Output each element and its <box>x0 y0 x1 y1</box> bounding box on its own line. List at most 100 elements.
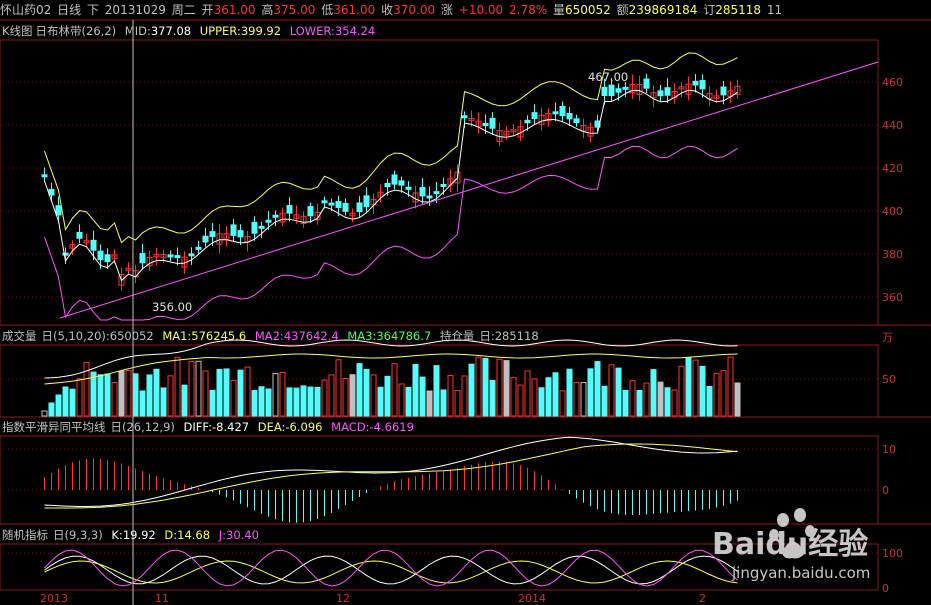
volume-bar <box>167 375 174 417</box>
volume-bar <box>398 383 405 417</box>
candle-body <box>482 123 489 127</box>
volume-title[interactable]: 成交量 <box>2 329 37 343</box>
candle-body <box>405 186 412 190</box>
candle-body <box>531 112 538 120</box>
volume-bar <box>125 369 132 417</box>
volume-bar <box>349 374 356 417</box>
volume-bar <box>391 363 398 417</box>
candle-body <box>391 174 398 185</box>
volume-bar <box>188 361 195 417</box>
volume-bar <box>174 356 181 417</box>
volume-bar <box>111 382 118 417</box>
candle-body <box>307 206 314 217</box>
candle-body <box>202 235 209 243</box>
price-gridlines <box>0 81 878 554</box>
volume-bar <box>426 390 433 417</box>
candle-body <box>41 174 48 178</box>
candle-body <box>356 202 363 213</box>
boll-mid-line <box>44 89 738 282</box>
candle-body <box>104 254 111 263</box>
kdj-axis-0: 0 <box>882 582 889 595</box>
candle-body <box>265 219 272 223</box>
price-axis-420: 420 <box>882 162 903 175</box>
volume-bar <box>48 402 55 417</box>
volume-bar <box>699 365 706 417</box>
volume-value: :650052 <box>105 329 154 343</box>
candle-body <box>615 88 622 93</box>
volume-bar <box>496 358 503 417</box>
candle-body <box>97 250 104 261</box>
date-label-2: 2 <box>699 592 706 605</box>
volume-bar <box>146 374 153 417</box>
volume-bar <box>566 368 573 417</box>
candle-body <box>608 84 615 97</box>
volume-bar <box>69 388 76 417</box>
volume-bar <box>594 361 601 417</box>
volume-bar <box>104 373 111 417</box>
high-price-annotation: 467.00 <box>588 70 628 84</box>
price-axis-440: 440 <box>882 119 903 132</box>
candle-body <box>643 78 650 89</box>
panel-frames <box>0 19 931 591</box>
boll-params: (26,2) <box>81 24 117 38</box>
candle-body <box>55 205 62 216</box>
volume-bar <box>62 386 69 417</box>
candle-body <box>699 80 706 90</box>
volume-axis-50: 50 <box>882 373 896 386</box>
boll-upper-value: 399.92 <box>240 24 282 38</box>
candle-body <box>664 87 671 96</box>
volume-bar <box>622 389 629 417</box>
volume-bar <box>587 368 594 417</box>
volume-bar <box>440 389 447 417</box>
volume-bar <box>706 385 713 417</box>
candle-body <box>286 205 293 214</box>
volume-bar <box>321 379 328 417</box>
volume-bar <box>685 357 692 417</box>
volume-bar <box>223 368 230 417</box>
candle-body <box>139 253 146 264</box>
candle-body <box>174 255 181 259</box>
macd-macd-label: MACD: <box>331 420 370 434</box>
kdj-panel-label: 随机指标 日(9,3,3) K:19.92 D:14.68 J:30.40 <box>2 527 264 543</box>
vol-ma2-label: MA2: <box>254 329 284 343</box>
macd-diff-value: -8.427 <box>212 420 250 434</box>
volume-bar <box>370 374 377 417</box>
kdj-d-line <box>44 560 738 584</box>
volume-bar <box>482 357 489 417</box>
volume-bars <box>41 356 741 417</box>
candle-body <box>363 195 370 208</box>
price-axis-360: 360 <box>882 291 903 304</box>
candle-body <box>398 180 405 186</box>
volume-bar <box>335 359 342 417</box>
macd-panel-label: 指数平滑异同平均线 日(26,12,9) DIFF:-8.427 DEA:-6.0… <box>2 419 419 435</box>
boll-indicator-name[interactable]: 日布林带 <box>36 24 82 38</box>
volume-bar <box>230 380 237 417</box>
volume-bar <box>615 367 622 417</box>
macd-title[interactable]: 指数平滑异同平均线 <box>2 420 106 434</box>
chart-canvas[interactable]: 460 440 420 400 380 360 万 50 10 0 100 0 … <box>0 0 931 605</box>
candle-body <box>195 246 202 250</box>
candle-body <box>720 86 727 96</box>
boll-mid-label: MID: <box>124 24 151 38</box>
vol-ma3-value: 364786.7 <box>376 329 432 343</box>
boll-upper-label: UPPER: <box>199 24 241 38</box>
kdj-j-value: 30.40 <box>226 528 259 542</box>
volume-bar <box>713 372 720 417</box>
boll-lower-value: 354.24 <box>334 24 376 38</box>
kdj-params: 日(9,3,3) <box>53 528 103 542</box>
kdj-lines <box>44 549 738 587</box>
volume-bar <box>678 365 685 417</box>
candle-body <box>90 239 97 251</box>
kdj-j-label: J: <box>218 528 227 542</box>
candle-body <box>433 191 440 195</box>
volume-bar <box>545 377 552 417</box>
kdj-title[interactable]: 随机指标 <box>2 528 48 542</box>
baidu-jingyan-watermark: Baidu经验 jingyan.baidu.com <box>712 508 870 582</box>
volume-bar <box>433 365 440 417</box>
volume-bar <box>76 378 83 417</box>
candle-body <box>167 254 174 258</box>
volume-bar <box>272 373 279 417</box>
volume-bar <box>538 387 545 417</box>
volume-bar <box>671 389 678 417</box>
macd-axis-0: 0 <box>882 484 889 497</box>
